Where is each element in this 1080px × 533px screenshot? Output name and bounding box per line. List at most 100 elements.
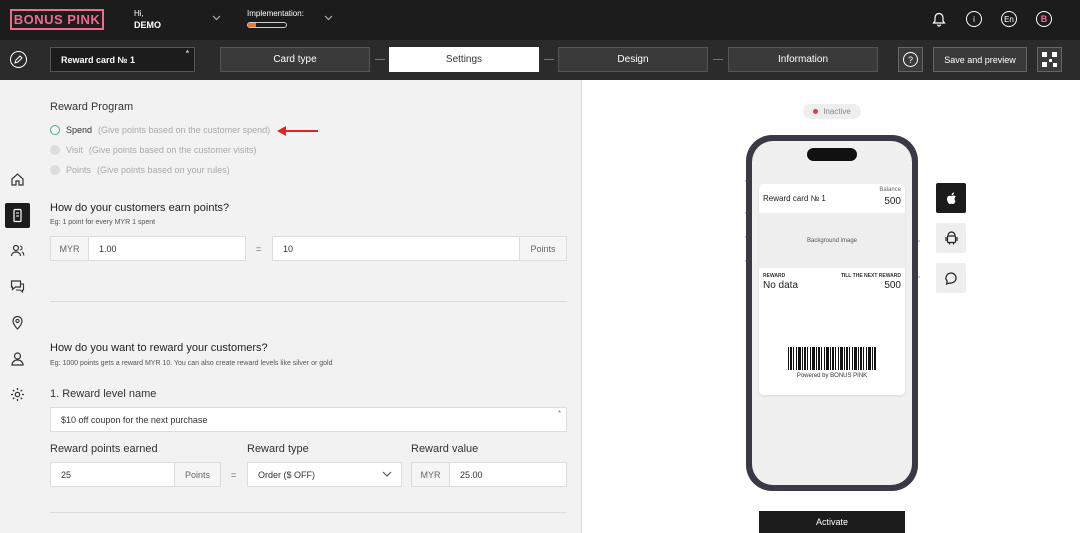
reward-program-title: Reward Program xyxy=(50,101,134,113)
wallet-pass: Reward card № 1 Balance 500 Background i… xyxy=(759,184,905,395)
reward-value-currency-addon: MYR xyxy=(411,462,450,487)
required-marker: * xyxy=(557,409,561,418)
reward-customers-hint: Eg: 1000 points gets a reward MYR 10. Yo… xyxy=(50,360,333,367)
step-card-type[interactable]: Card type xyxy=(220,47,370,72)
section-divider xyxy=(50,301,567,302)
step-information[interactable]: Information xyxy=(728,47,878,72)
balance-value: 500 xyxy=(884,196,901,207)
language-button[interactable]: En xyxy=(1001,11,1017,27)
pass-title: Reward card № 1 xyxy=(763,194,826,203)
status-badge: Inactive xyxy=(803,104,861,119)
step-settings[interactable]: Settings xyxy=(389,47,539,72)
avatar[interactable]: B xyxy=(1036,11,1052,27)
earn-points-hint: Eg: 1 point for every MYR 1 spent xyxy=(50,219,156,226)
status-dot-icon xyxy=(813,109,819,114)
card-name-value: Reward card № 1 xyxy=(61,54,136,65)
radio-spend[interactable] xyxy=(50,125,60,135)
home-icon[interactable] xyxy=(5,167,30,192)
pencil-icon[interactable] xyxy=(10,51,27,68)
step-design[interactable]: Design xyxy=(558,47,708,72)
reward-level-name-label: 1. Reward level name xyxy=(50,388,157,400)
chat-bubble-icon[interactable] xyxy=(936,263,966,293)
reward-points-input[interactable]: 25 xyxy=(50,462,175,487)
powered-by: Powered by BONUS PINK xyxy=(796,373,868,379)
android-icon[interactable] xyxy=(936,223,966,253)
reward-level-name-value: $10 off coupon for the next purchase xyxy=(61,414,208,425)
user-menu-chevron-icon[interactable] xyxy=(211,13,221,23)
next-reward-label: TILL THE NEXT REWARD xyxy=(840,273,901,279)
equals-sign: = xyxy=(231,470,237,480)
step-bar: Reward card № 1 * Card type Settings Des… xyxy=(0,40,1080,80)
reward-type-label: Reward type xyxy=(247,443,309,455)
reward-customers-title: How do you want to reward your customers… xyxy=(50,342,268,354)
radio-visit[interactable] xyxy=(50,145,60,155)
user-name[interactable]: DEMO xyxy=(134,20,161,30)
qr-code-button[interactable] xyxy=(1037,47,1062,72)
card-name-input[interactable]: Reward card № 1 * xyxy=(50,47,195,72)
account-icon[interactable] xyxy=(5,346,30,371)
reward-value: No data xyxy=(763,280,799,291)
implementation-label: Implementation: xyxy=(247,9,304,18)
points-unit-addon: Points xyxy=(519,236,567,261)
reward-type-value: Order ($ OFF) xyxy=(258,469,316,480)
option-hint: (Give points based on your rules) xyxy=(97,165,230,175)
implementation-progress-fill xyxy=(248,23,256,27)
settings-form: Reward Program Spend (Give points based … xyxy=(36,80,582,533)
reward-points-unit-addon: Points xyxy=(174,462,221,487)
option-label: Visit xyxy=(66,145,83,155)
step-separator xyxy=(375,59,385,60)
phone-mockup: Reward card № 1 Balance 500 Background i… xyxy=(746,135,918,491)
option-label: Spend xyxy=(66,125,93,135)
card-icon[interactable] xyxy=(5,203,30,228)
section-divider xyxy=(50,512,567,513)
phone-screen: Reward card № 1 Balance 500 Background i… xyxy=(752,141,912,485)
bell-icon[interactable] xyxy=(931,11,947,27)
save-and-preview-button[interactable]: Save and preview xyxy=(933,47,1027,72)
step-separator xyxy=(713,59,723,60)
reward-value-input[interactable]: 25.00 xyxy=(449,462,567,487)
option-spend[interactable]: Spend (Give points based on the customer… xyxy=(50,125,270,135)
option-points[interactable]: Points (Give points based on your rules) xyxy=(50,165,230,175)
earn-points-title: How do your customers earn points? xyxy=(50,202,230,214)
reward-value-label: Reward value xyxy=(411,443,479,455)
required-marker: * xyxy=(185,49,189,58)
option-hint: (Give points based on the customer visit… xyxy=(88,145,257,155)
phone-notch xyxy=(807,148,857,161)
chat-icon[interactable] xyxy=(5,274,30,299)
users-icon[interactable] xyxy=(5,238,30,263)
option-hint: (Give points based on the customer spend… xyxy=(98,125,271,135)
location-icon[interactable] xyxy=(5,310,30,335)
apple-icon[interactable] xyxy=(936,183,966,213)
sidebar xyxy=(0,80,36,533)
qr-code-icon xyxy=(1042,52,1057,67)
top-bar: BONUS PINK Hi, DEMO Implementation: i En… xyxy=(0,0,1080,40)
annotation-arrow-icon xyxy=(277,126,318,136)
reward-label: REWARD xyxy=(763,273,786,279)
implementation-chevron-icon[interactable] xyxy=(323,13,333,23)
option-visit[interactable]: Visit (Give points based on the customer… xyxy=(50,145,256,155)
help-button[interactable]: ? xyxy=(898,47,923,72)
status-text: Inactive xyxy=(823,107,851,116)
points-amount-input[interactable]: 10 xyxy=(272,236,520,261)
next-reward-value: 500 xyxy=(884,280,901,291)
question-icon: ? xyxy=(903,52,918,67)
barcode xyxy=(788,347,876,370)
reward-level-name-input[interactable]: $10 off coupon for the next purchase * xyxy=(50,407,567,432)
equals-sign: = xyxy=(256,244,262,254)
spend-amount-input[interactable]: 1.00 xyxy=(88,236,246,261)
chevron-down-icon xyxy=(382,471,392,477)
implementation-progress-bar xyxy=(247,22,287,28)
reward-type-select[interactable]: Order ($ OFF) xyxy=(247,462,402,487)
logo[interactable]: BONUS PINK xyxy=(10,9,104,30)
radio-points[interactable] xyxy=(50,165,60,175)
gear-icon[interactable] xyxy=(5,382,30,407)
card-preview-panel: Inactive Reward card № 1 Balance 500 Bac… xyxy=(582,80,1080,533)
greeting: Hi, xyxy=(134,9,144,18)
reward-points-earned-label: Reward points earned xyxy=(50,443,158,455)
currency-addon: MYR xyxy=(50,236,89,261)
option-label: Points xyxy=(66,165,92,175)
info-icon[interactable]: i xyxy=(966,11,982,27)
activate-button[interactable]: Activate xyxy=(759,511,905,533)
step-separator xyxy=(544,59,554,60)
background-image-placeholder: Background image xyxy=(759,213,905,268)
